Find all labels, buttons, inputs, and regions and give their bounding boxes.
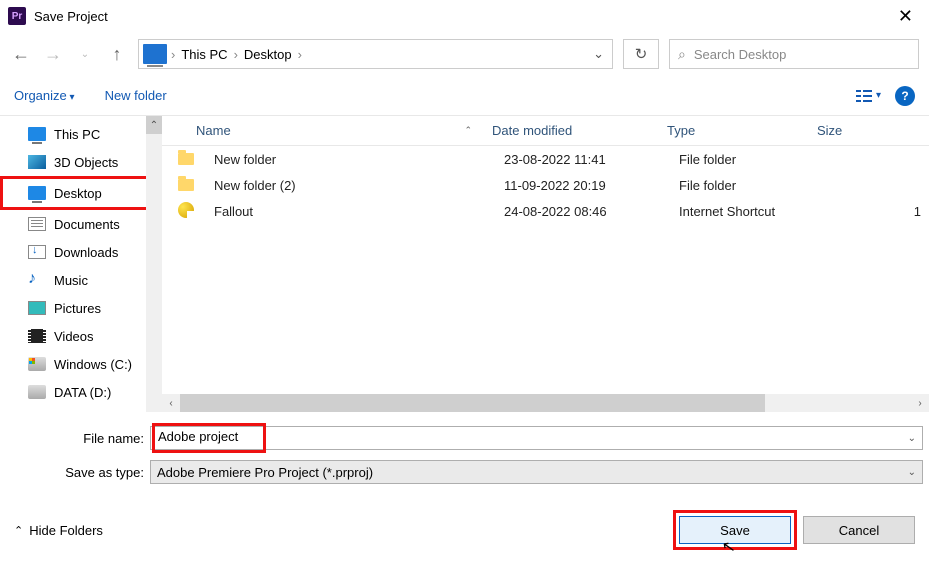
- folder-icon: [178, 179, 194, 191]
- file-date: 23-08-2022 11:41: [494, 152, 669, 167]
- tree-3d-objects[interactable]: 3D Objects: [0, 148, 162, 176]
- search-placeholder: Search Desktop: [694, 47, 787, 62]
- breadcrumb-desktop[interactable]: Desktop: [238, 47, 298, 62]
- address-bar[interactable]: › This PC › Desktop › ⌄: [138, 39, 613, 69]
- close-icon[interactable]: ✕: [890, 2, 921, 31]
- up-button[interactable]: ↑: [106, 44, 128, 65]
- saveastype-label: Save as type:: [6, 465, 150, 480]
- tree-windows-c[interactable]: Windows (C:): [0, 350, 162, 378]
- filename-input[interactable]: Adobe project ⌄: [150, 426, 923, 450]
- filename-value: Adobe project: [154, 425, 264, 451]
- column-size[interactable]: Size: [807, 123, 929, 138]
- organize-menu[interactable]: Organize: [14, 88, 75, 103]
- monitor-icon: [28, 186, 46, 200]
- save-button[interactable]: Save ↖: [679, 516, 791, 544]
- tree-documents[interactable]: Documents: [0, 210, 162, 238]
- column-date[interactable]: Date modified: [482, 123, 657, 138]
- tree-this-pc[interactable]: This PC: [0, 120, 162, 148]
- file-row[interactable]: Fallout24-08-2022 08:46Internet Shortcut…: [162, 198, 929, 224]
- download-icon: [28, 245, 46, 259]
- file-row[interactable]: New folder (2)11-09-2022 20:19File folde…: [162, 172, 929, 198]
- window-title: Save Project: [34, 9, 890, 24]
- breadcrumb-this-pc[interactable]: This PC: [175, 47, 233, 62]
- tree-pictures[interactable]: Pictures: [0, 294, 162, 322]
- scroll-left-icon[interactable]: ‹: [162, 394, 180, 412]
- details-view-icon: [856, 89, 872, 103]
- monitor-icon: [28, 127, 46, 141]
- cube-icon: [28, 155, 46, 169]
- address-dropdown[interactable]: ⌄: [585, 46, 612, 62]
- tree-downloads[interactable]: Downloads: [0, 238, 162, 266]
- file-row[interactable]: New folder23-08-2022 11:41File folder: [162, 146, 929, 172]
- folder-tree: This PC 3D Objects Desktop Documents Dow…: [0, 116, 162, 412]
- scroll-right-icon[interactable]: ›: [911, 394, 929, 412]
- chevron-down-icon[interactable]: ⌄: [908, 467, 916, 478]
- drive-icon: [28, 385, 46, 399]
- horizontal-scrollbar[interactable]: ‹ ›: [162, 394, 929, 412]
- hide-folders-toggle[interactable]: ⌃ Hide Folders: [14, 523, 103, 538]
- file-type: Internet Shortcut: [669, 204, 819, 219]
- new-folder-button[interactable]: New folder: [105, 88, 167, 103]
- file-type: File folder: [669, 152, 819, 167]
- file-type: File folder: [669, 178, 819, 193]
- pc-icon: [143, 44, 167, 64]
- column-type[interactable]: Type: [657, 123, 807, 138]
- document-icon: [28, 217, 46, 231]
- forward-button: →: [42, 44, 64, 65]
- file-date: 11-09-2022 20:19: [494, 178, 669, 193]
- tree-music[interactable]: ♪Music: [0, 266, 162, 294]
- premiere-app-icon: Pr: [8, 7, 26, 25]
- file-name: New folder: [204, 152, 494, 167]
- filename-label: File name:: [6, 431, 150, 446]
- tree-videos[interactable]: Videos: [0, 322, 162, 350]
- pictures-icon: [28, 301, 46, 315]
- saveastype-value: Adobe Premiere Pro Project (*.prproj): [157, 465, 373, 480]
- mouse-cursor-icon: ↖: [720, 536, 737, 558]
- tree-desktop[interactable]: Desktop: [0, 176, 162, 210]
- file-list: New folder23-08-2022 11:41File folderNew…: [162, 146, 929, 224]
- file-name: New folder (2): [204, 178, 494, 193]
- chevron-up-icon: ⌃: [14, 524, 23, 537]
- recent-dropdown[interactable]: ⌄: [74, 49, 96, 60]
- refresh-button[interactable]: ↻: [623, 39, 659, 69]
- view-options-button[interactable]: ▾: [856, 89, 881, 103]
- folder-icon: [178, 153, 194, 165]
- help-button[interactable]: ?: [895, 86, 915, 106]
- file-size: 1: [819, 204, 929, 219]
- tree-scrollbar[interactable]: ⌃: [146, 116, 162, 412]
- file-date: 24-08-2022 08:46: [494, 204, 669, 219]
- shortcut-icon: [178, 202, 194, 218]
- sort-asc-icon: ⌃: [464, 125, 472, 136]
- column-name[interactable]: Name⌃: [162, 123, 482, 138]
- cancel-button[interactable]: Cancel: [803, 516, 915, 544]
- chevron-right-icon[interactable]: ›: [298, 47, 302, 62]
- file-name: Fallout: [204, 204, 494, 219]
- videos-icon: [28, 329, 46, 343]
- search-icon: ⌕: [678, 46, 686, 63]
- music-icon: ♪: [28, 273, 46, 287]
- drive-icon: [28, 357, 46, 371]
- back-button[interactable]: ←: [10, 44, 32, 65]
- saveastype-select[interactable]: Adobe Premiere Pro Project (*.prproj) ⌄: [150, 460, 923, 484]
- chevron-down-icon[interactable]: ⌄: [908, 433, 916, 444]
- file-list-header: Name⌃ Date modified Type Size: [162, 116, 929, 146]
- tree-data-d[interactable]: DATA (D:): [0, 378, 162, 406]
- search-input[interactable]: ⌕ Search Desktop: [669, 39, 919, 69]
